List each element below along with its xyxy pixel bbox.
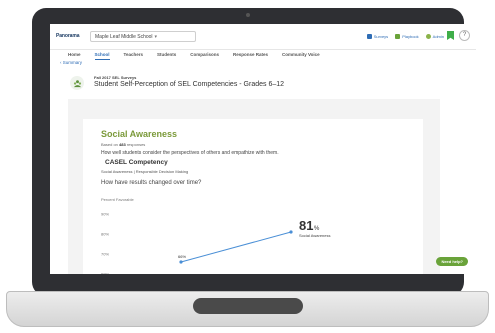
tab-students[interactable]: Students: [157, 52, 176, 60]
surveys-link-label: Surveys: [373, 34, 389, 39]
latest-value-unit: %: [314, 226, 320, 232]
competency-title: Social Awareness: [101, 129, 178, 139]
school-select-value: Maple Leaf Middle School: [95, 34, 153, 40]
chevron-down-icon: ▾: [154, 34, 158, 40]
school-select[interactable]: Maple Leaf Middle School ▾: [90, 31, 196, 42]
tab-community-voice[interactable]: Community Voice: [282, 52, 320, 60]
tab-response-rates[interactable]: Response Rates: [233, 52, 268, 60]
series-line: [180, 231, 292, 263]
y-axis-title: Percent Favorable: [101, 197, 134, 202]
playbook-icon: [395, 34, 401, 39]
competency-description: How well students consider the perspecti…: [101, 150, 279, 156]
nav-tabs: Home School Teachers Students Comparison…: [68, 52, 320, 60]
data-point: [179, 260, 183, 264]
playbook-link-label: Playbook: [402, 34, 419, 39]
series-name-label: Social Awareness: [299, 233, 331, 238]
admin-link-label: Admin: [432, 34, 444, 39]
casel-tags: Social Awareness | Responsible Decision …: [101, 169, 189, 174]
survey-title: Student Self-Perception of SEL Competenc…: [94, 81, 285, 88]
based-on-suffix: responses: [126, 142, 146, 147]
trackpad-notch: [193, 298, 303, 314]
need-help-button[interactable]: Need help?: [436, 257, 468, 266]
data-point: [289, 230, 293, 234]
casel-title: CASEL Competency: [105, 159, 168, 166]
based-on-text: Based on 483 responses: [101, 142, 145, 147]
help-button[interactable]: ?: [459, 30, 470, 41]
y-tick-label: 60%: [101, 272, 109, 275]
y-tick-label: 90%: [101, 212, 109, 217]
people-icon: [73, 79, 81, 87]
y-tick-label: 70%: [101, 252, 109, 257]
screen: Panorama Maple Leaf Middle School ▾ Surve…: [50, 24, 476, 274]
tab-school[interactable]: School: [94, 52, 110, 60]
laptop-base: [6, 291, 489, 327]
data-label: 66%: [178, 254, 186, 259]
tab-home[interactable]: Home: [68, 52, 81, 60]
surveys-link[interactable]: Surveys: [366, 34, 389, 39]
playbook-link[interactable]: Playbook: [395, 34, 419, 39]
camera-icon: [246, 13, 250, 17]
top-bar: Panorama Maple Leaf Middle School ▾ Surve…: [50, 24, 476, 50]
tab-comparisons[interactable]: Comparisons: [190, 52, 219, 60]
competency-card: Social Awareness Based on 483 responses …: [83, 119, 423, 274]
results-line-chart: 90%80%70%60%66%81%Social AwarenessSpring…: [101, 212, 331, 275]
latest-value-label: 81: [299, 218, 313, 233]
bookmark-flag-icon[interactable]: [447, 31, 454, 40]
y-tick-label: 80%: [101, 232, 109, 237]
content-panel: Social Awareness Based on 483 responses …: [68, 99, 440, 274]
top-links: Surveys Playbook Admin: [366, 34, 444, 39]
based-on-prefix: Based on: [101, 142, 118, 147]
tab-teachers[interactable]: Teachers: [124, 52, 143, 60]
surveys-icon: [366, 34, 372, 39]
survey-icon: [70, 76, 84, 90]
app-logo[interactable]: Panorama: [56, 33, 79, 39]
summary-back-link[interactable]: ‹ Summary: [60, 60, 82, 65]
chart-question: How have results changed over time?: [101, 180, 202, 186]
response-count: 483: [119, 142, 126, 147]
admin-link[interactable]: Admin: [425, 34, 444, 39]
admin-icon: [425, 34, 431, 39]
survey-term: Fall 2017 SEL Surveys: [94, 75, 137, 80]
